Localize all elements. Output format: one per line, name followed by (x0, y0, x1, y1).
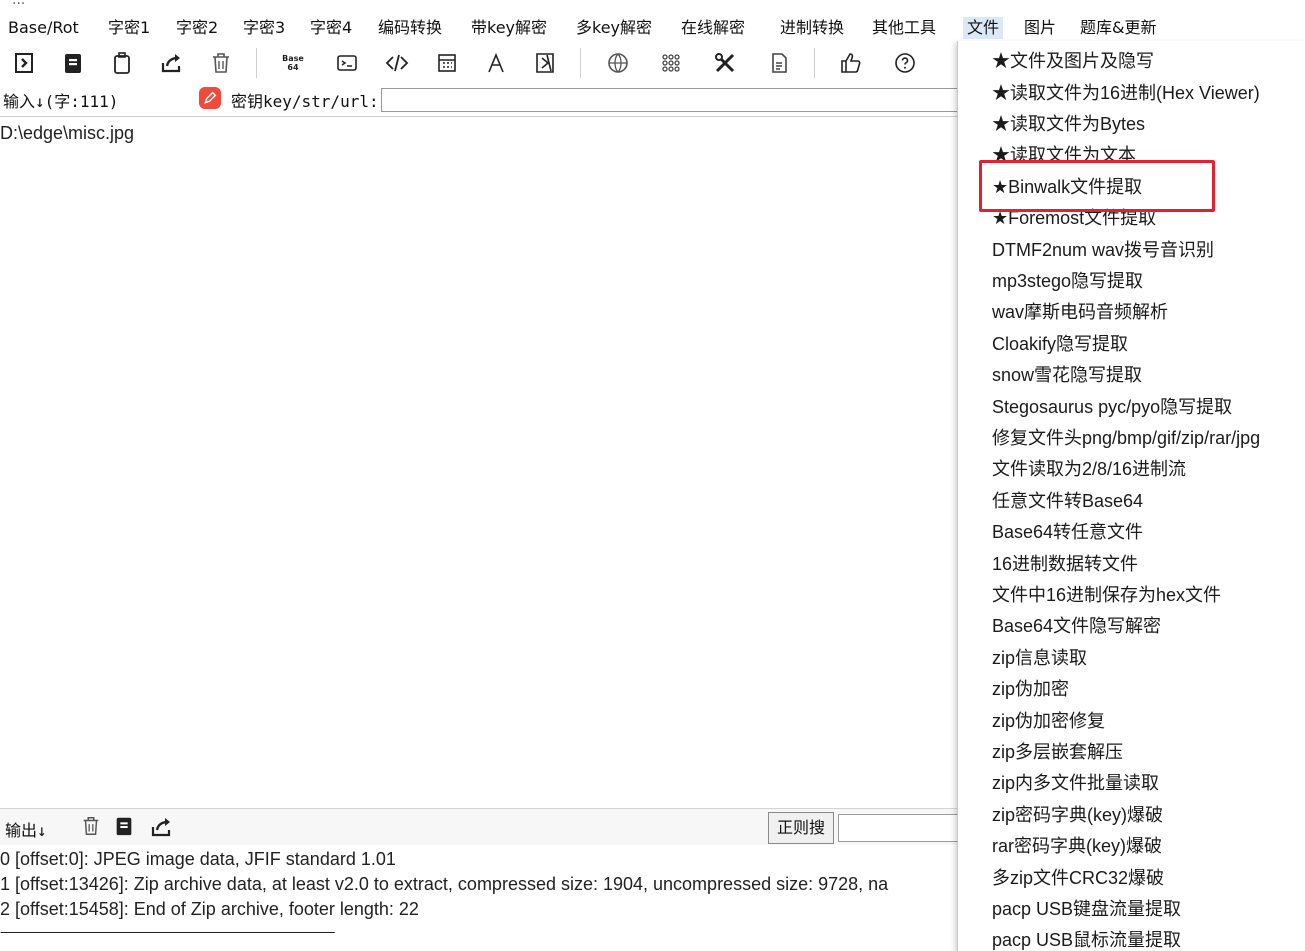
menu-item-zip-batch[interactable]: zip内多文件批量读取 (992, 768, 1159, 798)
menu-item-read-bytes[interactable]: ★读取文件为Bytes (992, 109, 1145, 139)
menu-item-usb-mouse[interactable]: pacp USB鼠标流量提取 (992, 925, 1181, 951)
toolbar-separator (256, 48, 257, 78)
menu-item-snow[interactable]: snow雪花隐写提取 (992, 360, 1142, 390)
output-label: 输出↓ (5, 821, 47, 840)
input-textarea[interactable]: D:\edge\misc.jpg (0, 116, 958, 807)
menu-question-bank[interactable]: 题库&更新 (1080, 17, 1156, 39)
menu-item-zip-nested[interactable]: zip多层嵌套解压 (992, 737, 1123, 767)
menu-item-wav-morse[interactable]: wav摩斯电码音频解析 (992, 297, 1168, 327)
share-icon[interactable] (149, 815, 173, 843)
menu-base-rot[interactable]: Base/Rot (8, 17, 79, 39)
import-icon[interactable] (10, 48, 40, 78)
output-divider: ----------------------------------------… (0, 924, 335, 939)
toolbar-separator-2 (580, 48, 581, 78)
key-label: 密钥key/str/url: (231, 92, 379, 111)
menu-item-repair-header[interactable]: 修复文件头png/bmp/gif/zip/rar/jpg (992, 423, 1260, 453)
script-icon[interactable] (530, 48, 560, 78)
title-bar: ... (0, 0, 1305, 15)
base64-icon[interactable]: Base 64 (278, 48, 308, 78)
menu-item-stegosaurus[interactable]: Stegosaurus pyc/pyo隐写提取 (992, 392, 1232, 422)
menu-multikey-decrypt[interactable]: 多key解密 (576, 17, 652, 39)
globe-icon[interactable] (603, 48, 633, 78)
trash-icon[interactable] (80, 815, 102, 841)
trash-icon[interactable] (206, 48, 236, 78)
menu-item-rar-brute[interactable]: rar密码字典(key)爆破 (992, 831, 1162, 861)
menu-item-base64-to-file[interactable]: Base64转任意文件 (992, 517, 1143, 547)
output-line: 2 [offset:15458]: End of Zip archive, fo… (0, 899, 419, 919)
menu-bar: Base/Rot 字密1 字密2 字密3 字密4 编码转换 带key解密 多ke… (0, 14, 1305, 43)
menu-item-file-to-base64[interactable]: 任意文件转Base64 (992, 486, 1143, 516)
menu-item-hex-viewer[interactable]: ★读取文件为16进制(Hex Viewer) (992, 78, 1260, 108)
input-label: 输入↓(字:111) (3, 92, 119, 111)
menu-item-file-image-stego[interactable]: ★文件及图片及隐写 (992, 46, 1154, 76)
menu-item-usb-keyboard[interactable]: pacp USB键盘流量提取 (992, 894, 1181, 924)
menu-online-decrypt[interactable]: 在线解密 (681, 17, 745, 39)
tools-icon[interactable] (710, 48, 740, 78)
menu-item-zip-brute[interactable]: zip密码字典(key)爆破 (992, 800, 1163, 830)
regex-input[interactable] (838, 814, 960, 842)
thumbs-up-icon[interactable] (836, 48, 866, 78)
copy-icon[interactable] (58, 48, 88, 78)
menu-image[interactable]: 图片 (1024, 17, 1056, 39)
font-icon[interactable] (481, 48, 511, 78)
paste-icon[interactable] (107, 48, 137, 78)
menu-key-decrypt[interactable]: 带key解密 (471, 17, 547, 39)
menu-item-read-stream[interactable]: 文件读取为2/8/16进制流 (992, 454, 1186, 484)
calculator-icon[interactable] (432, 48, 462, 78)
menu-file[interactable]: 文件 (963, 17, 1004, 39)
menu-item-hex-to-file[interactable]: 16进制数据转文件 (992, 549, 1138, 579)
grid-icon[interactable] (656, 48, 686, 78)
menu-item-zip-fake-fix[interactable]: zip伪加密修复 (992, 706, 1105, 736)
menu-item-cloakify[interactable]: Cloakify隐写提取 (992, 329, 1128, 359)
menu-zimi1[interactable]: 字密1 (108, 17, 150, 39)
key-input[interactable] (381, 88, 963, 112)
menu-item-read-text[interactable]: ★读取文件为文本 (992, 140, 1136, 170)
edit-key-icon[interactable] (199, 87, 221, 109)
menu-encoding[interactable]: 编码转换 (378, 17, 442, 39)
toolbar: Base 64 (0, 42, 960, 84)
output-line: 0 [offset:0]: JPEG image data, JFIF stan… (0, 849, 396, 869)
regex-search-button[interactable]: 正则搜 (768, 812, 834, 844)
input-content: D:\edge\misc.jpg (0, 123, 135, 143)
menu-item-mp3stego[interactable]: mp3stego隐写提取 (992, 266, 1143, 296)
menu-item-zip-fake-encrypt[interactable]: zip伪加密 (992, 674, 1069, 704)
help-icon[interactable] (890, 48, 920, 78)
menu-item-zip-crc32[interactable]: 多zip文件CRC32爆破 (992, 863, 1164, 893)
menu-zimi3[interactable]: 字密3 (243, 17, 285, 39)
menu-other-tools[interactable]: 其他工具 (872, 17, 936, 39)
file-dropdown-menu: ★文件及图片及隐写 ★读取文件为16进制(Hex Viewer) ★读取文件为B… (957, 41, 1305, 951)
window-title: ... (12, 0, 26, 8)
menu-item-foremost[interactable]: ★Foremost文件提取 (992, 203, 1156, 233)
output-line: 1 [offset:13426]: Zip archive data, at l… (0, 874, 889, 894)
copy-icon[interactable] (113, 815, 135, 841)
menu-item-zip-info[interactable]: zip信息读取 (992, 643, 1087, 673)
toolbar-separator-3 (814, 48, 815, 78)
terminal-icon[interactable] (332, 48, 362, 78)
menu-zimi2[interactable]: 字密2 (176, 17, 218, 39)
code-icon[interactable] (382, 48, 412, 78)
document-icon[interactable] (764, 48, 794, 78)
menu-item-save-hex[interactable]: 文件中16进制保存为hex文件 (992, 580, 1221, 610)
output-textarea[interactable]: 0 [offset:0]: JPEG image data, JFIF stan… (0, 846, 958, 951)
menu-item-base64-stego[interactable]: Base64文件隐写解密 (992, 611, 1161, 641)
menu-item-binwalk[interactable]: ★Binwalk文件提取 (992, 172, 1142, 202)
menu-base-convert[interactable]: 进制转换 (780, 17, 844, 39)
menu-zimi4[interactable]: 字密4 (310, 17, 352, 39)
menu-item-dtmf2num[interactable]: DTMF2num wav拨号音识别 (992, 235, 1214, 265)
share-icon[interactable] (156, 48, 186, 78)
